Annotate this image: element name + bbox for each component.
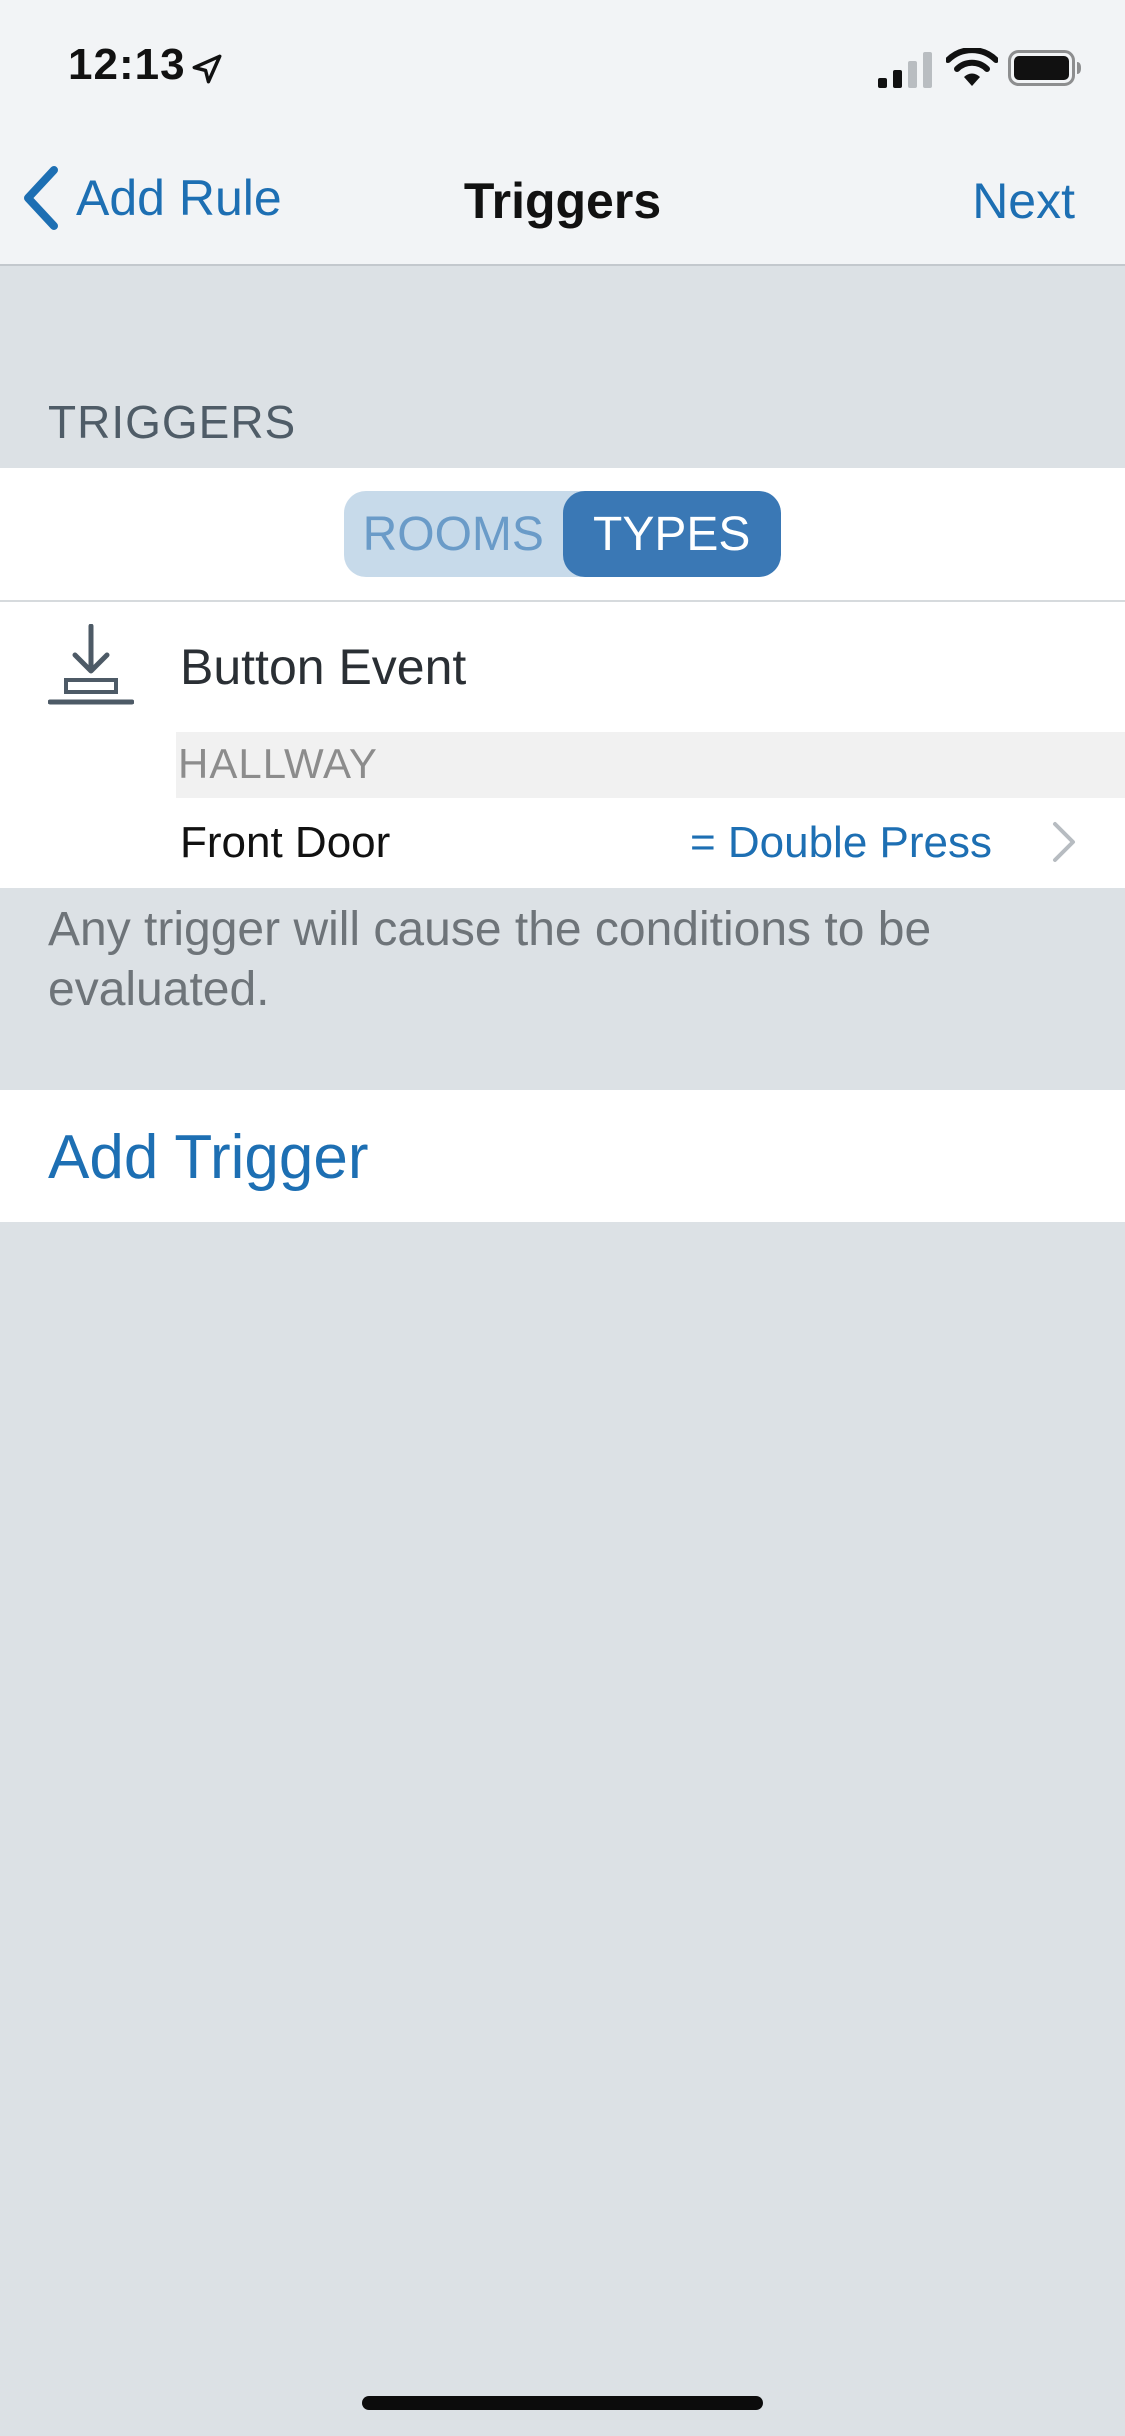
location-arrow-icon (192, 54, 222, 84)
next-button[interactable]: Next (972, 172, 1075, 230)
trigger-title: Button Event (180, 639, 467, 695)
status-time: 12:13 (68, 40, 186, 89)
back-button-label: Add Rule (76, 170, 282, 226)
chevron-right-icon (1053, 822, 1075, 862)
device-name: Front Door (180, 818, 391, 867)
chevron-left-icon (24, 166, 58, 230)
battery-icon (1008, 50, 1081, 86)
room-section-header: HALLWAY (176, 732, 1125, 798)
navigation-bar: Add Rule Triggers Next (0, 132, 1125, 266)
add-trigger-button[interactable]: Add Trigger (0, 1090, 1125, 1222)
segment-area: ROOMS TYPES (0, 468, 1125, 602)
status-bar: 12:13 (0, 0, 1125, 132)
segment-rooms[interactable]: ROOMS (344, 491, 563, 577)
trigger-card: Button Event HALLWAY Front Door = Double… (0, 602, 1125, 888)
trigger-value: = Double Press (689, 818, 992, 867)
view-mode-segmented-control: ROOMS TYPES (344, 491, 781, 577)
button-press-icon (48, 624, 134, 705)
section-footer-note: Any trigger will cause the conditions to… (48, 903, 932, 1016)
back-button[interactable]: Add Rule (22, 162, 282, 234)
wifi-icon (946, 48, 998, 86)
device-trigger-row[interactable]: Front Door = Double Press (0, 798, 1125, 888)
add-trigger-label: Add Trigger (48, 1123, 369, 1192)
home-indicator[interactable] (362, 2396, 763, 2410)
section-header: TRIGGERS (48, 396, 297, 448)
segment-types[interactable]: TYPES (562, 491, 781, 577)
cellular-signal-icon (878, 52, 932, 88)
room-label: HALLWAY (178, 740, 378, 787)
